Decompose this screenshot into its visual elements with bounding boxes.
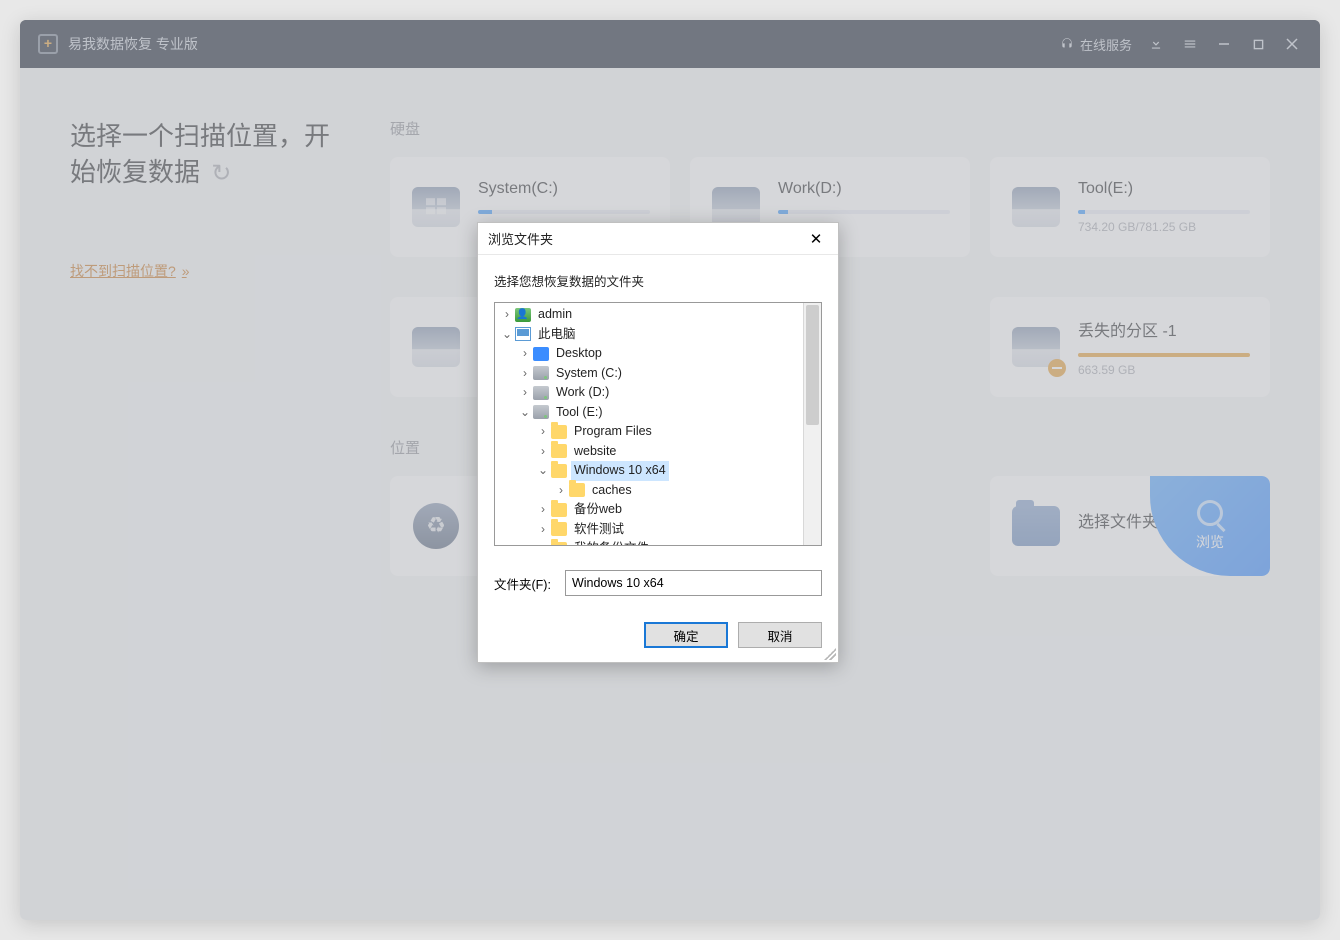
tree-item-website[interactable]: › website xyxy=(495,442,821,462)
collapse-toggle[interactable]: ⌄ xyxy=(499,325,515,345)
cancel-button[interactable]: 取消 xyxy=(738,622,822,648)
tree-label: caches xyxy=(589,481,635,501)
dialog-titlebar: 浏览文件夹 ✕ xyxy=(478,223,838,255)
dialog-buttons: 确定 取消 xyxy=(494,622,822,648)
expand-toggle[interactable]: › xyxy=(535,442,551,462)
folder-icon xyxy=(551,444,567,458)
tree-item-my-backup[interactable]: ›我的备份文件 xyxy=(495,539,821,546)
folder-label: 文件夹(F): xyxy=(494,574,551,593)
tree-item-work-d[interactable]: › Work (D:) xyxy=(495,383,821,403)
folder-input[interactable] xyxy=(565,570,822,596)
user-icon xyxy=(515,308,531,322)
tree-item-system-c[interactable]: › System (C:) xyxy=(495,364,821,384)
folder-icon xyxy=(551,503,567,517)
collapse-toggle[interactable]: ⌄ xyxy=(517,403,533,423)
computer-icon xyxy=(515,327,531,341)
tree-label: Desktop xyxy=(553,344,605,364)
expand-toggle[interactable]: › xyxy=(535,500,551,520)
tree-item-this-pc[interactable]: ⌄ 此电脑 xyxy=(495,325,821,345)
folder-icon xyxy=(551,522,567,536)
tree-item-desktop[interactable]: › Desktop xyxy=(495,344,821,364)
expand-toggle[interactable]: › xyxy=(517,364,533,384)
desktop-icon xyxy=(533,347,549,361)
resize-grip-icon[interactable] xyxy=(824,648,836,660)
tree-label: 备份web xyxy=(571,500,625,520)
drive-icon xyxy=(533,386,549,400)
folder-icon xyxy=(551,425,567,439)
folder-icon xyxy=(551,542,567,546)
dialog-title: 浏览文件夹 xyxy=(488,229,553,248)
tree-label: 此电脑 xyxy=(535,325,579,345)
drive-icon xyxy=(533,366,549,380)
tree-item-tool-e[interactable]: ⌄ Tool (E:) xyxy=(495,403,821,423)
drive-icon xyxy=(533,405,549,419)
tree-item-backup-web[interactable]: › 备份web xyxy=(495,500,821,520)
expand-toggle[interactable]: › xyxy=(517,383,533,403)
tree-label: Windows 10 x64 xyxy=(571,461,669,481)
tree-label: System (C:) xyxy=(553,364,625,384)
expand-toggle[interactable]: › xyxy=(535,520,551,540)
folder-icon xyxy=(551,464,567,478)
tree-label: 软件测试 xyxy=(571,520,627,540)
tree-label: admin xyxy=(535,305,575,325)
folder-input-row: 文件夹(F): xyxy=(494,570,822,596)
collapse-toggle[interactable]: ⌄ xyxy=(535,461,551,481)
tree-item-soft-test[interactable]: › 软件测试 xyxy=(495,520,821,540)
tree-label: Work (D:) xyxy=(553,383,612,403)
dialog-body: 选择您想恢复数据的文件夹 ›admin ⌄此电脑 ›Desktop ›Syste… xyxy=(478,255,838,662)
tree-item-win10x64-selected[interactable]: ⌄ Windows 10 x64 xyxy=(495,461,821,481)
expand-toggle[interactable]: › xyxy=(535,422,551,442)
expand-toggle[interactable]: › xyxy=(553,481,569,501)
expand-toggle[interactable]: › xyxy=(517,344,533,364)
tree-content: ›admin ⌄此电脑 ›Desktop ›System (C:) ›Work … xyxy=(495,303,821,546)
ok-button[interactable]: 确定 xyxy=(644,622,728,648)
folder-tree: ›admin ⌄此电脑 ›Desktop ›System (C:) ›Work … xyxy=(494,302,822,546)
expand-toggle[interactable]: › xyxy=(499,305,515,325)
tree-label: website xyxy=(571,442,619,462)
folder-icon xyxy=(569,483,585,497)
dialog-prompt: 选择您想恢复数据的文件夹 xyxy=(494,271,822,290)
tree-label: Program Files xyxy=(571,422,655,442)
tree-label: 我的备份文件 xyxy=(571,539,652,546)
tree-scrollbar[interactable] xyxy=(803,303,821,545)
tree-item-admin[interactable]: › admin xyxy=(495,305,821,325)
dialog-close-button[interactable]: ✕ xyxy=(804,227,828,251)
browse-folder-dialog: 浏览文件夹 ✕ 选择您想恢复数据的文件夹 ›admin ⌄此电脑 ›Deskto… xyxy=(477,222,839,663)
tree-label: Tool (E:) xyxy=(553,403,606,423)
tree-item-caches[interactable]: › caches xyxy=(495,481,821,501)
tree-item-program-files[interactable]: › Program Files xyxy=(495,422,821,442)
scrollbar-thumb[interactable] xyxy=(806,305,819,425)
